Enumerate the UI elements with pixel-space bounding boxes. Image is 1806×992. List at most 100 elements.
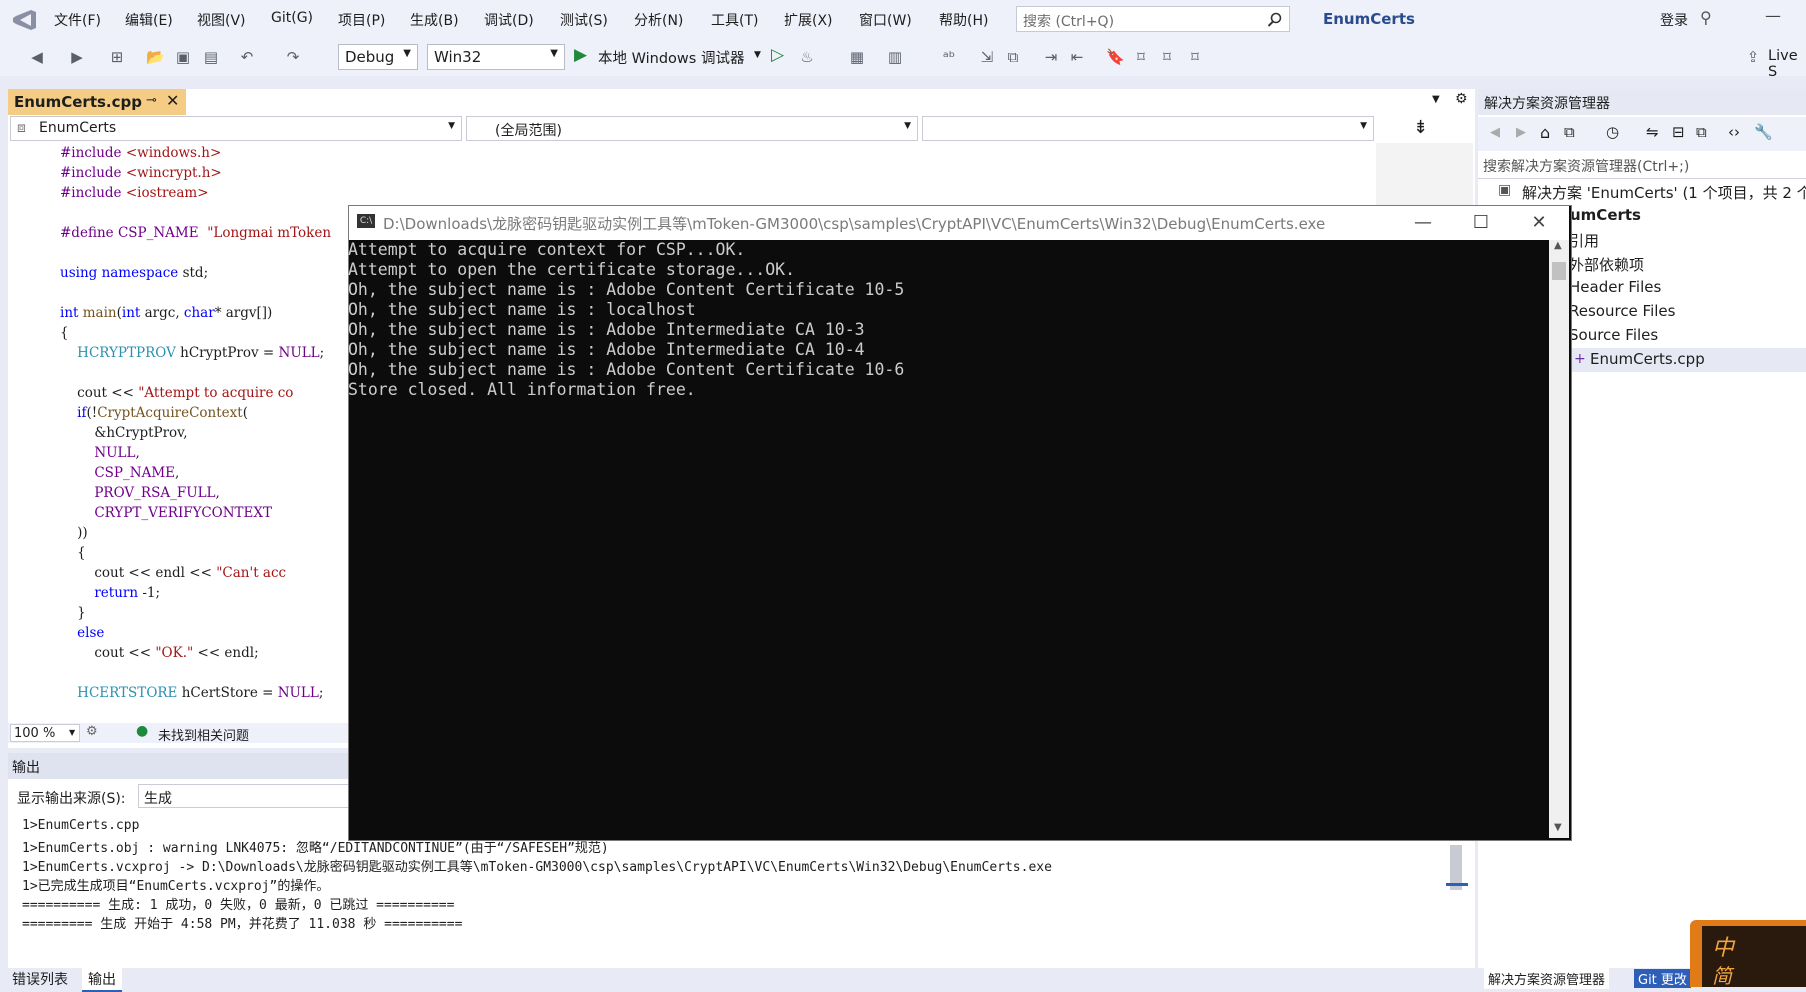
home-icon[interactable]: ⌂ (1540, 123, 1550, 142)
menu-file[interactable]: 文件(F) (54, 10, 101, 30)
zoom-select[interactable]: 100 % ▼ (10, 724, 80, 742)
tree-enumcerts-cpp[interactable]: EnumCerts.cpp (1590, 350, 1705, 368)
platform-select[interactable]: Win32 ▼ (427, 44, 565, 70)
live-share-icon[interactable]: ⇪ (1744, 48, 1762, 66)
code-icon[interactable]: ‹› (1728, 123, 1740, 141)
output-line: ========= 生成 开始于 4:58 PM，并花费了 11.038 秒 =… (22, 917, 463, 932)
pin-icon[interactable]: ⊸ (146, 93, 157, 108)
tab-git-changes[interactable]: Git 更改 (1634, 969, 1691, 988)
tree-source-files[interactable]: Source Files (1569, 326, 1658, 344)
run-debugger-button[interactable]: 本地 Windows 调试器 (598, 47, 744, 68)
tree-references[interactable]: 引用 (1569, 230, 1599, 251)
menu-view[interactable]: 视图(V) (197, 10, 246, 30)
chevron-down-icon[interactable]: ▼ (1554, 822, 1562, 833)
chevron-down-icon[interactable]: ▼ (1432, 94, 1440, 105)
menu-git[interactable]: Git(G) (271, 10, 313, 26)
live-share-button[interactable]: Live S (1768, 48, 1806, 80)
tab-output[interactable]: 输出 (82, 968, 122, 992)
chevron-up-icon[interactable]: ▲ (1554, 240, 1562, 251)
bookmark-icon[interactable]: 🔖 (1106, 48, 1125, 66)
bookmark-prev-icon[interactable]: ⌑ (1132, 48, 1150, 66)
menu-extensions[interactable]: 扩展(X) (784, 10, 833, 30)
tree-header-files[interactable]: Header Files (1569, 278, 1661, 296)
bookmark-clear-icon[interactable]: ⌑ (1186, 48, 1204, 66)
open-file-icon[interactable]: 📂 (146, 48, 165, 66)
forward-icon[interactable]: ▶ (1516, 125, 1526, 140)
show-all-icon[interactable]: ⧉ (1696, 123, 1707, 141)
menu-project[interactable]: 项目(P) (338, 10, 385, 30)
tab-solution-explorer[interactable]: 解决方案资源管理器 (1484, 968, 1610, 989)
cpp-file-icon: + (1574, 351, 1586, 367)
back-icon[interactable]: ◀ (1490, 125, 1500, 140)
config-select[interactable]: Debug ▼ (338, 44, 418, 70)
tree-resource-files[interactable]: Resource Files (1569, 302, 1675, 320)
login-button[interactable]: 登录 (1660, 10, 1688, 30)
tab-enumcerts-cpp[interactable]: EnumCerts.cpp ⊸ ✕ (8, 89, 186, 115)
sync-icon[interactable]: ⇋ (1646, 123, 1659, 141)
hot-reload-icon[interactable]: ♨ (798, 48, 816, 66)
outdent-icon[interactable]: ⇤ (1068, 48, 1086, 66)
account-icon[interactable]: ⚲ (1700, 8, 1712, 27)
output-line: 1>EnumCerts.cpp (22, 818, 140, 833)
new-project-icon[interactable]: ⊞ (108, 48, 126, 66)
back-icon[interactable]: ◀ (28, 48, 46, 66)
vs-logo-icon (12, 8, 38, 32)
ime-indicator[interactable]: 中 简 (1690, 920, 1806, 988)
solution-search-input[interactable]: 搜索解决方案资源管理器(Ctrl+;) (1478, 152, 1806, 179)
tree-project[interactable]: umCerts (1570, 206, 1641, 224)
undo-icon[interactable]: ↶ (238, 48, 256, 66)
console-titlebar[interactable]: C:\ D:\Downloads\龙脉密码钥匙驱动实例工具等\mToken-GM… (349, 206, 1569, 240)
redo-icon[interactable]: ↷ (284, 48, 302, 66)
start-without-debug-icon[interactable]: ▷ (771, 45, 784, 65)
copy-icon[interactable]: ⧉ (1004, 48, 1022, 66)
menu-build[interactable]: 生成(B) (410, 10, 459, 30)
menu-test[interactable]: 测试(S) (560, 10, 608, 30)
menu-analyze[interactable]: 分析(N) (634, 10, 683, 30)
menu-debug[interactable]: 调试(D) (484, 10, 534, 30)
console-close-button[interactable]: ✕ (1510, 206, 1568, 240)
console-scrollbar[interactable]: ▲ ▼ (1549, 240, 1569, 838)
bookmark-next-icon[interactable]: ⌑ (1158, 48, 1176, 66)
switch-view-icon[interactable]: ⧉ (1564, 123, 1575, 141)
scope-nav-select[interactable]: (全局范围) ▼ (466, 116, 918, 141)
collapse-all-icon[interactable]: ⊟ (1672, 123, 1685, 141)
history-icon[interactable]: ◷ (1606, 123, 1619, 141)
save-all-icon[interactable]: ▤ (202, 48, 220, 66)
wrench-icon[interactable]: 🔧 (1754, 123, 1773, 141)
play-icon[interactable]: ▶ (574, 45, 587, 65)
tree-external-deps[interactable]: 外部依赖项 (1569, 254, 1644, 275)
tab-error-list[interactable]: 错误列表 (12, 969, 68, 989)
output-source-label: 显示输出来源(S): (17, 791, 126, 807)
tree-solution[interactable]: 解决方案 'EnumCerts' (1 个项目，共 2 个) (1522, 182, 1806, 203)
menu-help[interactable]: 帮助(H) (939, 10, 988, 30)
save-icon[interactable]: ▣ (174, 48, 192, 66)
split-icon[interactable]: ⇟ (1413, 117, 1428, 138)
gear-icon[interactable]: ⚙ (1455, 91, 1468, 107)
health-icon[interactable]: ⚙ (86, 724, 98, 739)
menu-edit[interactable]: 编辑(E) (125, 10, 173, 30)
layout-icon[interactable]: ▥ (886, 48, 904, 66)
output-title: 输出 (12, 760, 40, 776)
indent-icon[interactable]: ⇥ (1042, 48, 1060, 66)
menu-tools[interactable]: 工具(T) (711, 10, 758, 30)
menu-window[interactable]: 窗口(W) (859, 10, 912, 30)
project-icon: ⧈ (17, 120, 26, 136)
console-maximize-button[interactable]: ☐ (1452, 206, 1510, 240)
console-minimize-button[interactable]: — (1394, 206, 1452, 240)
issues-text[interactable]: 未找到相关问题 (158, 725, 249, 744)
forward-icon[interactable]: ▶ (68, 48, 86, 66)
console-line: Oh, the subject name is : Adobe Content … (348, 360, 905, 379)
solution-name: EnumCerts (1323, 10, 1415, 28)
spellcheck-icon[interactable]: ᵃᵇ (940, 48, 958, 66)
project-nav-select[interactable]: ⧈ EnumCerts ▼ (10, 116, 462, 141)
close-icon[interactable]: ✕ (166, 91, 179, 110)
scroll-thumb[interactable] (1552, 262, 1566, 280)
config-value: Debug (345, 48, 395, 66)
folder-icon[interactable]: ▦ (848, 48, 866, 66)
search-input[interactable]: 搜索 (Ctrl+Q) (1016, 6, 1290, 32)
step-icon[interactable]: ⇲ (978, 48, 996, 66)
minimize-button[interactable]: — (1765, 6, 1781, 25)
chevron-down-icon[interactable]: ▼ (754, 50, 761, 60)
member-nav-select[interactable]: ▼ (922, 116, 1374, 141)
output-line: 1>EnumCerts.vcxproj -> D:\Downloads\龙脉密码… (22, 860, 1052, 875)
